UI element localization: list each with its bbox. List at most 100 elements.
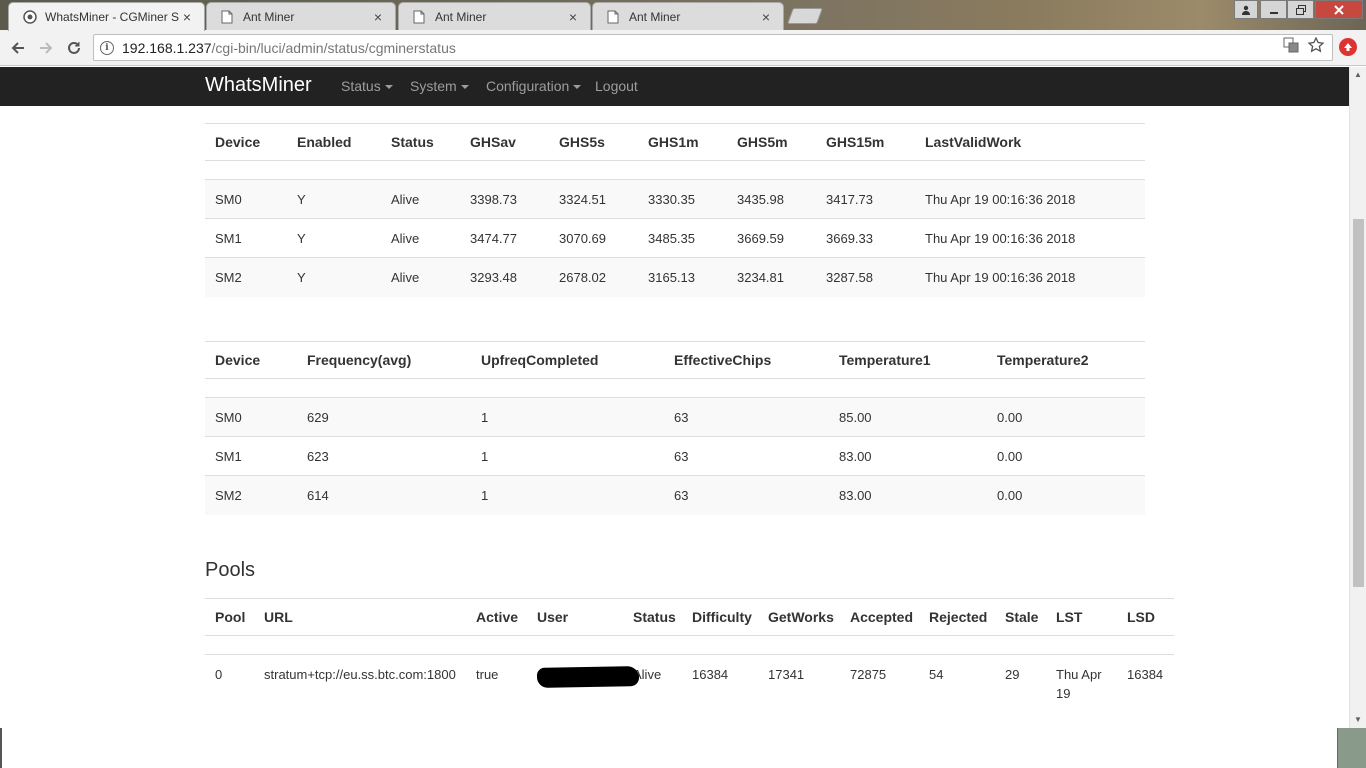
table-row: SM1 Y Alive 3474.77 3070.69 3485.35 3669… bbox=[205, 218, 1145, 258]
column-header: Device bbox=[205, 341, 297, 379]
new-tab-button[interactable] bbox=[787, 8, 823, 24]
info-icon[interactable]: i bbox=[100, 40, 114, 55]
url-host: 192.168.1.237 bbox=[122, 39, 212, 56]
tab-ant-miner-1[interactable]: Ant Miner × bbox=[206, 2, 396, 30]
pool-difficulty: 16384 bbox=[682, 654, 758, 710]
pool-url: stratum+tcp://eu.ss.btc.com:1800 bbox=[254, 654, 466, 710]
table-cell: Thu Apr 19 00:16:36 2018 bbox=[915, 179, 1145, 219]
table-cell: 3669.33 bbox=[816, 218, 915, 258]
bookmark-star-icon[interactable] bbox=[1307, 36, 1325, 56]
table-cell: 3330.35 bbox=[638, 179, 727, 219]
table-cell: 3234.81 bbox=[727, 257, 816, 297]
back-icon[interactable] bbox=[7, 37, 29, 59]
scroll-down-icon[interactable]: ▼ bbox=[1354, 715, 1362, 724]
reload-icon[interactable] bbox=[63, 37, 85, 59]
nav-system-label: System bbox=[410, 78, 457, 94]
window-close-icon[interactable] bbox=[1315, 0, 1363, 19]
table-cell: 1 bbox=[471, 397, 664, 437]
tab-title: Ant Miner bbox=[435, 9, 487, 24]
close-icon[interactable]: × bbox=[180, 9, 194, 25]
table-cell: Alive bbox=[381, 257, 460, 297]
scrollbar-thumb[interactable] bbox=[1353, 219, 1364, 587]
column-header: LSD bbox=[1117, 598, 1174, 636]
table-cell: 63 bbox=[664, 475, 829, 515]
page-viewport: WhatsMiner Status System Configuration L… bbox=[0, 67, 1349, 710]
nav-configuration-menu[interactable]: Configuration bbox=[486, 78, 582, 94]
pool-active: true bbox=[466, 654, 527, 710]
column-header: Active bbox=[466, 598, 527, 636]
table-cell: 3474.77 bbox=[460, 218, 549, 258]
column-header: Stale bbox=[995, 598, 1046, 636]
nav-logout-link[interactable]: Logout bbox=[595, 78, 638, 94]
pools-heading: Pools bbox=[205, 559, 256, 581]
restore-icon[interactable] bbox=[1287, 0, 1314, 19]
address-bar[interactable]: i 192.168.1.237/cgi-bin/luci/admin/statu… bbox=[93, 34, 1333, 61]
tab-title: WhatsMiner - CGMiner S bbox=[45, 10, 180, 24]
table-cell: SM1 bbox=[205, 436, 297, 476]
extension-icon[interactable] bbox=[1339, 38, 1357, 56]
tab-whatsminer[interactable]: WhatsMiner - CGMiner S × bbox=[8, 2, 205, 31]
table-cell: 0.00 bbox=[987, 475, 1145, 515]
table-cell: SM0 bbox=[205, 179, 287, 219]
table-row: 0 stratum+tcp://eu.ss.btc.com:1800 true … bbox=[205, 654, 1174, 710]
column-header: UpfreqCompleted bbox=[471, 341, 664, 379]
table-cell: Alive bbox=[381, 218, 460, 258]
column-header: Accepted bbox=[840, 598, 919, 636]
scroll-up-icon[interactable]: ▲ bbox=[1354, 70, 1362, 79]
table-cell: 1 bbox=[471, 475, 664, 515]
column-header: GHS1m bbox=[638, 123, 727, 161]
column-header: Frequency(avg) bbox=[297, 341, 471, 379]
nav-status-menu[interactable]: Status bbox=[341, 78, 393, 94]
column-header: Pool bbox=[205, 598, 254, 636]
taskbar bbox=[0, 728, 1366, 768]
column-header: GHSav bbox=[460, 123, 549, 161]
pool-index: 0 bbox=[205, 654, 254, 710]
column-header: Rejected bbox=[919, 598, 995, 636]
column-header: Status bbox=[381, 123, 460, 161]
table-cell: Y bbox=[287, 257, 381, 297]
translate-icon[interactable] bbox=[1283, 37, 1299, 56]
table-cell: 3287.58 bbox=[816, 257, 915, 297]
table-row: SM2 614 1 63 83.00 0.00 bbox=[205, 475, 1145, 515]
spacer-row bbox=[205, 378, 1145, 398]
pool-lst: Thu Apr 19 bbox=[1046, 654, 1117, 710]
browser-toolbar: i 192.168.1.237/cgi-bin/luci/admin/statu… bbox=[0, 30, 1366, 66]
miner-favicon-icon bbox=[23, 10, 37, 24]
table-cell: 83.00 bbox=[829, 475, 987, 515]
pool-accepted: 72875 bbox=[840, 654, 919, 710]
caret-down-icon bbox=[384, 85, 393, 90]
table-cell: Y bbox=[287, 179, 381, 219]
column-header: GetWorks bbox=[758, 598, 840, 636]
nav-system-menu[interactable]: System bbox=[410, 78, 469, 94]
tab-ant-miner-2[interactable]: Ant Miner × bbox=[398, 2, 591, 30]
redacted-mark bbox=[536, 666, 640, 688]
caret-down-icon bbox=[573, 85, 582, 90]
table-cell: 1 bbox=[471, 436, 664, 476]
table-cell: SM1 bbox=[205, 218, 287, 258]
table-cell: Y bbox=[287, 218, 381, 258]
nav-configuration-label: Configuration bbox=[486, 78, 570, 94]
tab-title: Ant Miner bbox=[243, 9, 295, 24]
close-icon[interactable]: × bbox=[759, 9, 773, 25]
tab-ant-miner-3[interactable]: Ant Miner × bbox=[592, 2, 784, 30]
page-scrollbar[interactable]: ▲ ▼ bbox=[1349, 67, 1366, 728]
column-header: URL bbox=[254, 598, 466, 636]
brand-logo[interactable]: WhatsMiner bbox=[205, 74, 312, 97]
table-cell: 0.00 bbox=[987, 436, 1145, 476]
top-navbar: WhatsMiner Status System Configuration L… bbox=[0, 67, 1349, 106]
table-cell: SM2 bbox=[205, 475, 297, 515]
minimize-icon[interactable] bbox=[1260, 0, 1287, 19]
column-header: Temperature2 bbox=[987, 341, 1145, 379]
table-cell: 3417.73 bbox=[816, 179, 915, 219]
user-icon[interactable] bbox=[1234, 0, 1258, 19]
table-cell: 2678.02 bbox=[549, 257, 638, 297]
tab-strip: WhatsMiner - CGMiner S × Ant Miner × Ant… bbox=[0, 0, 1366, 31]
page-icon bbox=[607, 10, 621, 24]
table-cell: 614 bbox=[297, 475, 471, 515]
forward-icon[interactable] bbox=[35, 37, 57, 59]
device-hashrate-table: Device Enabled Status GHSav GHS5s GHS1m … bbox=[205, 123, 1145, 297]
close-icon[interactable]: × bbox=[371, 9, 385, 25]
spacer-row bbox=[205, 635, 1174, 655]
close-icon[interactable]: × bbox=[566, 9, 580, 25]
column-header: LastValidWork bbox=[915, 123, 1145, 161]
